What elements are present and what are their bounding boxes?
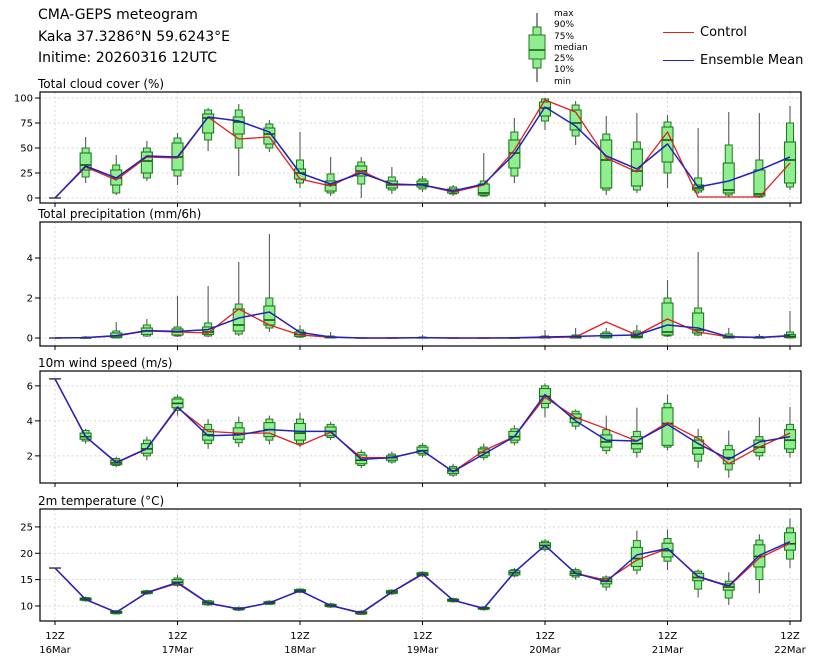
box-step-22	[722, 572, 735, 605]
x-tick-hour-label: 12Z	[290, 631, 310, 642]
x-tick-day-label: 20Mar	[529, 645, 561, 656]
box-step-24	[783, 406, 797, 458]
box-step-4	[171, 133, 184, 185]
y-tick-label: 100	[14, 94, 33, 105]
box-step-6	[232, 262, 245, 336]
x-tick-day-label: 17Mar	[162, 645, 194, 656]
x-tick-hour-label: 12Z	[780, 631, 800, 642]
box-25-75	[783, 141, 797, 184]
panel-title: 2m temperature (°C)	[38, 494, 164, 508]
meteogram-page: CMA-GEPS meteogram Kaka 37.3286°N 59.624…	[0, 0, 819, 667]
x-tick-hour-label: 12Z	[168, 631, 188, 642]
box-step-3	[140, 319, 153, 337]
box-25-75	[232, 116, 245, 135]
x-tick-hour-label: 12Z	[535, 631, 555, 642]
box-25-75	[783, 429, 797, 450]
panel-10m-wind-speed-m-s: 10m wind speed (m/s) 2 4 6	[27, 356, 802, 487]
y-tick-label: 0	[27, 334, 33, 345]
panel-total-precipitation-mm-6h: Total precipitation (mm/6h) 0 2 4	[27, 207, 802, 350]
box-step-12	[416, 176, 429, 192]
y-tick-label: 25	[20, 169, 33, 180]
y-tick-label: 4	[27, 416, 33, 427]
box-step-13	[447, 463, 460, 477]
box-step-18	[600, 328, 613, 339]
box-step-17	[569, 409, 582, 430]
panel-total-cloud-cover: Total cloud cover (%) 0 25 50 75 100	[14, 77, 802, 207]
x-tick-day-label: 21Mar	[652, 645, 684, 656]
y-tick-label: 6	[27, 381, 33, 392]
box-25-75	[600, 139, 613, 189]
panel-frame	[39, 508, 802, 622]
y-tick-label: 75	[20, 119, 33, 130]
box-step-18	[600, 415, 613, 455]
box-step-7	[263, 234, 276, 332]
box-step-19	[630, 325, 643, 339]
box-step-9	[324, 157, 337, 196]
box-25-75	[722, 162, 735, 194]
y-tick-label: 2	[27, 294, 33, 305]
panel-title: Total precipitation (mm/6h)	[37, 207, 201, 221]
box-step-6	[232, 104, 245, 176]
y-tick-label: 10	[20, 601, 33, 612]
box-step-19	[630, 113, 643, 193]
box-25-75	[263, 305, 276, 326]
box-step-11	[385, 167, 398, 194]
y-tick-label: 15	[20, 575, 33, 586]
box-step-24	[783, 106, 797, 190]
y-tick-label: 2	[27, 451, 33, 462]
y-tick-label: 4	[27, 254, 33, 265]
y-tick-label: 50	[20, 144, 33, 155]
box-step-23	[753, 113, 766, 198]
box-step-19	[630, 530, 643, 575]
box-25-75	[600, 434, 613, 448]
box-step-23	[753, 417, 766, 461]
box-step-8	[293, 413, 307, 448]
y-tick-label: 20	[20, 549, 33, 560]
box-25-75	[783, 532, 797, 551]
box-step-5	[202, 419, 215, 449]
meteogram-panels: Total cloud cover (%)0255075100Total pre…	[14, 77, 807, 656]
panel-frame	[39, 370, 802, 484]
x-tick-day-label: 16Mar	[39, 645, 71, 656]
x-tick-day-label: 19Mar	[407, 645, 439, 656]
y-tick-label: 25	[20, 522, 33, 533]
box-step-3	[140, 141, 153, 181]
box-step-15	[508, 425, 521, 446]
x-tick-hour-label: 12Z	[658, 631, 678, 642]
x-tick-hour-label: 12Z	[45, 631, 65, 642]
box-25-75	[630, 546, 643, 567]
y-tick-label: 0	[27, 194, 33, 205]
box-step-22	[722, 112, 735, 197]
x-tick-day-label: 18Mar	[284, 645, 316, 656]
x-tick-hour-label: 12Z	[413, 631, 433, 642]
box-step-1	[79, 137, 92, 183]
x-tick-day-label: 22Mar	[774, 645, 806, 656]
box-step-22	[722, 430, 735, 478]
box-step-20	[661, 115, 674, 188]
box-25-75	[140, 151, 153, 174]
box-step-23	[753, 534, 766, 594]
box-step-20	[661, 280, 674, 337]
ensemble-mean-line	[54, 311, 791, 339]
panel-title: Total cloud cover (%)	[37, 77, 164, 91]
box-step-21	[692, 128, 705, 194]
panel-2m-temperature-c: 2m temperature (°C) 10 15 20 25 12Z 16Mar 12Z 17…	[20, 494, 806, 656]
box-step-14	[477, 153, 490, 197]
box-step-21	[692, 252, 705, 336]
box-step-19	[630, 407, 643, 458]
box-step-24	[783, 311, 797, 339]
box-step-5	[202, 108, 215, 151]
box-step-10	[355, 157, 368, 198]
panel-title: 10m wind speed (m/s)	[38, 356, 172, 370]
box-step-21	[692, 428, 705, 469]
